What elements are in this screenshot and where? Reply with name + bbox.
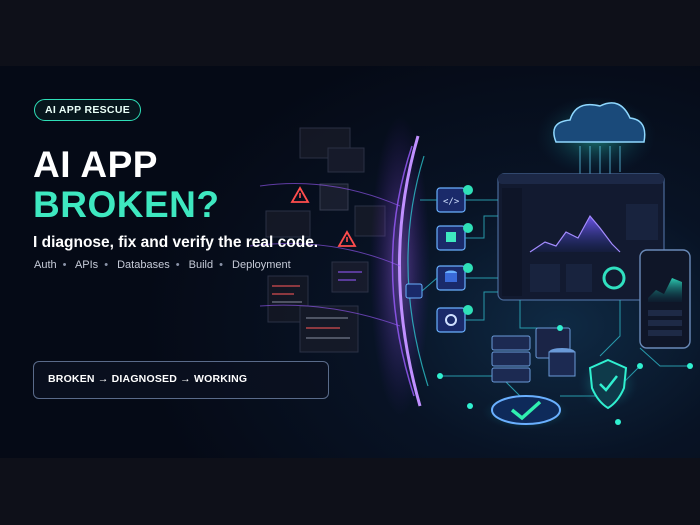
module-tile-gear — [436, 305, 473, 333]
category-badge: AI APP RESCUE — [34, 99, 142, 121]
topic-item: Auth — [34, 259, 57, 271]
phone-device — [639, 249, 691, 349]
topic-item: Build — [188, 259, 214, 271]
module-tile-code: </> — [436, 185, 473, 213]
shield-icon — [578, 358, 638, 410]
module-tile-puzzle — [436, 223, 473, 251]
subheadline: I diagnose, fix and verify the real code… — [33, 234, 319, 251]
check-icon — [482, 394, 570, 430]
topic-separator: • — [62, 259, 67, 271]
topic-item: Databases — [117, 259, 170, 271]
topic-item: APIs — [74, 259, 99, 271]
bottom-letterbox — [0, 458, 700, 525]
cloud-icon — [536, 96, 656, 186]
topic-separator: • — [104, 259, 109, 271]
top-letterbox — [0, 0, 700, 66]
headline-line-2: BROKEN? — [33, 184, 220, 225]
headline-line-1: AI APP — [33, 144, 158, 185]
topic-item: Deployment — [232, 259, 291, 271]
dashboard-window — [497, 173, 665, 301]
warning-icon — [337, 230, 357, 247]
banner-frame: </> AI APP RESCUE AI APP BROKEN? I diagn… — [0, 0, 700, 525]
topic-separator: • — [175, 259, 180, 271]
module-tile-database — [436, 263, 473, 291]
module-tile-small — [405, 283, 423, 299]
hero-banner: </> AI APP RESCUE AI APP BROKEN? I diagn… — [0, 66, 700, 458]
topic-list: Auth • APIs • Databases • Build • Deployment — [34, 259, 291, 271]
status-flow-box: BROKEN → DIAGNOSED → WORKING — [33, 361, 329, 399]
status-flow-text: BROKEN → DIAGNOSED → WORKING — [48, 373, 248, 385]
topic-separator: • — [219, 259, 223, 271]
svg-text:</>: </> — [443, 197, 460, 207]
warning-icon — [290, 186, 310, 203]
server-icon — [491, 327, 576, 383]
